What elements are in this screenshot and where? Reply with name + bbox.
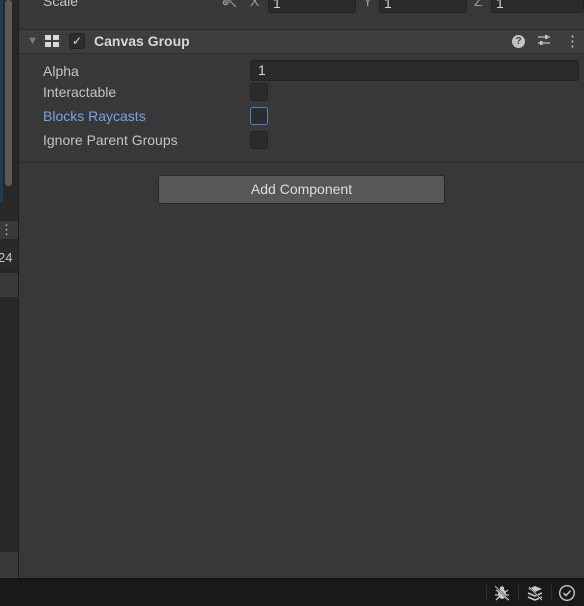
layers-icon[interactable] [526, 584, 544, 602]
left-panel-footer [0, 552, 18, 578]
scale-label: Scale [43, 0, 79, 9]
status-bar [0, 578, 584, 606]
component-menu-icon[interactable]: ⋮ [565, 32, 580, 50]
interactable-checkbox[interactable] [250, 83, 268, 101]
alpha-field[interactable]: 1 [250, 60, 579, 81]
left-panel-row [0, 273, 18, 297]
status-separator [486, 585, 487, 601]
alpha-label: Alpha [43, 63, 79, 79]
add-component-button[interactable]: Add Component [158, 175, 445, 204]
left-panel-accent [0, 0, 3, 203]
canvas-group-icon [45, 35, 60, 49]
blocks-raycasts-label: Blocks Raycasts [43, 108, 146, 124]
left-panel-scrollbar[interactable] [5, 0, 12, 186]
transform-scale-row: Scale X 1 Y 1 Z 1 [19, 0, 584, 13]
axis-y-label: Y [363, 0, 373, 9]
component-enabled-checkbox[interactable]: ✓ [69, 33, 85, 49]
blocks-raycasts-checkbox[interactable] [250, 107, 268, 125]
left-panel-menu-icon[interactable]: ⋮ [0, 221, 18, 239]
check-circle-icon[interactable] [558, 584, 576, 602]
left-panel-value: 24 [0, 249, 18, 267]
axis-x-label: X [250, 0, 260, 9]
scale-z-field[interactable]: 1 [491, 0, 584, 13]
scale-x-field[interactable]: 1 [268, 0, 356, 13]
constrain-proportions-icon[interactable] [222, 0, 238, 9]
foldout-arrow-icon[interactable]: ▼ [27, 35, 38, 47]
section-divider [19, 162, 584, 163]
ignore-parent-groups-label: Ignore Parent Groups [43, 132, 178, 148]
help-icon[interactable]: ? [512, 35, 525, 48]
canvas-group-header[interactable]: ▼ ✓ Canvas Group ? ⋮ [19, 29, 584, 54]
bug-icon[interactable] [493, 584, 511, 602]
ignore-parent-groups-checkbox[interactable] [250, 131, 268, 149]
presets-icon[interactable] [537, 33, 551, 50]
axis-z-label: Z [474, 0, 483, 9]
status-separator [518, 585, 519, 601]
component-title: Canvas Group [94, 33, 190, 49]
status-separator [551, 585, 552, 601]
scale-y-field[interactable]: 1 [379, 0, 467, 13]
interactable-label: Interactable [43, 84, 117, 100]
